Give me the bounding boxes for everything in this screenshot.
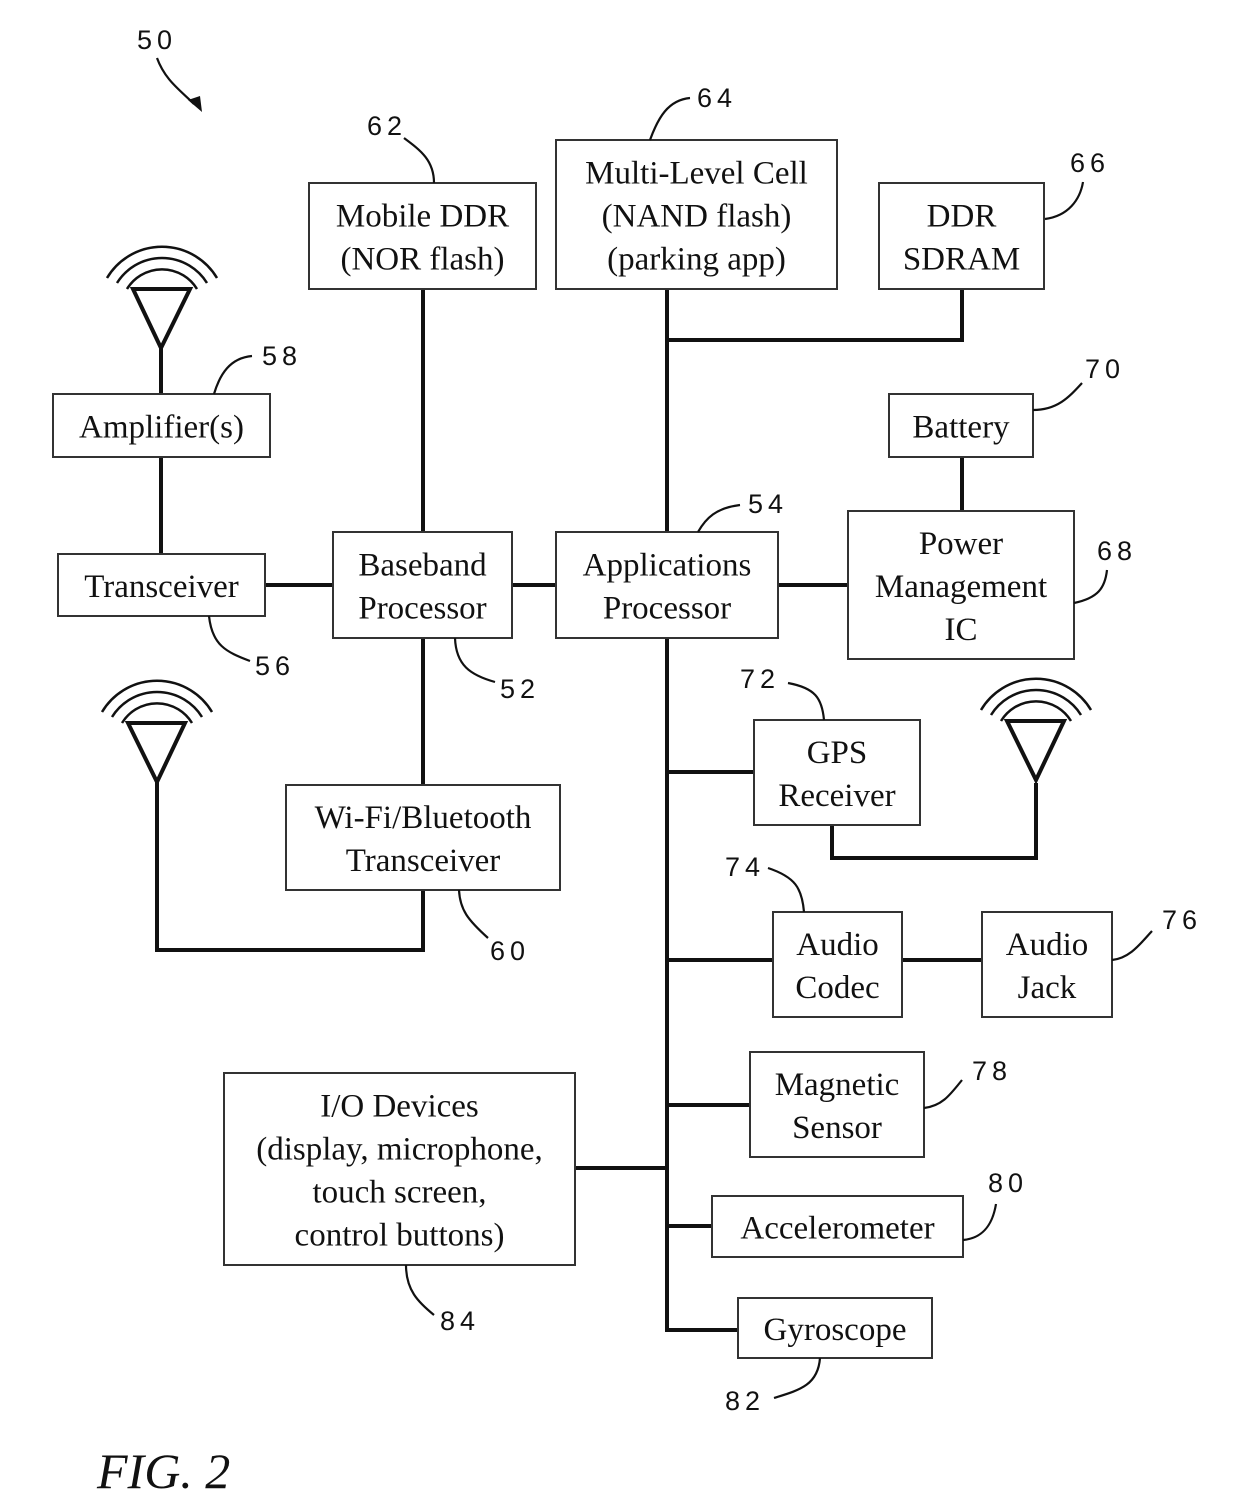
block-magnetic: Magnetic Sensor: [749, 1051, 925, 1158]
block-label-line: SDRAM: [903, 242, 1020, 278]
wifi-antenna-icon: [100, 679, 214, 787]
ref-82: 82: [725, 1386, 765, 1416]
leader-50: [155, 57, 195, 105]
leader-68: [1073, 569, 1109, 605]
block-audio-codec: Audio Codec: [772, 911, 903, 1018]
block-audio-jack: Audio Jack: [981, 911, 1113, 1018]
block-wifi: Wi-Fi/Bluetooth Transceiver: [285, 784, 561, 891]
figure-label: FIG. 2: [96, 1443, 230, 1499]
ref-80: 80: [988, 1168, 1028, 1198]
arrow-head-icon: [188, 96, 202, 112]
block-label-line: (display, microphone,: [256, 1132, 543, 1168]
leader-58: [212, 354, 253, 395]
block-label-line: Battery: [912, 410, 1010, 446]
block-label-line: Codec: [795, 970, 879, 1006]
ref-74: 74: [725, 852, 765, 882]
block-mobile-ddr: Mobile DDR (NOR flash): [308, 182, 537, 290]
block-label-line: Jack: [1018, 970, 1077, 1006]
leader-72: [787, 681, 826, 721]
leader-84: [404, 1264, 435, 1316]
block-label-line: Wi-Fi/Bluetooth: [315, 800, 532, 836]
leader-54: [697, 503, 741, 533]
cellular-antenna-icon: [105, 245, 219, 353]
leader-60: [457, 889, 489, 939]
block-io: I/O Devices (display, microphone, touch sc…: [223, 1072, 576, 1266]
block-label-line: Mobile DDR: [336, 199, 509, 235]
leader-66: [1044, 181, 1085, 221]
block-label-line: Audio: [796, 927, 879, 963]
block-label-line: DDR: [927, 199, 997, 235]
block-apps: Applications Processor: [555, 531, 779, 639]
ref-84: 84: [440, 1306, 480, 1336]
block-label-line: Baseband: [358, 548, 487, 584]
block-accel: Accelerometer: [711, 1195, 964, 1258]
block-battery: Battery: [888, 393, 1034, 458]
block-label-line: (NOR flash): [340, 242, 504, 278]
ref-68: 68: [1097, 536, 1137, 566]
block-label-line: I/O Devices: [320, 1089, 479, 1125]
block-diagram: Mobile DDR (NOR flash) Multi-Level Cell (NA…: [52, 25, 1202, 1499]
block-label-line: Transceiver: [346, 843, 501, 879]
block-pmic: Power Management IC: [847, 510, 1075, 660]
leader-82: [773, 1357, 822, 1400]
ref-60: 60: [490, 936, 530, 966]
block-mlc: Multi-Level Cell (NAND flash) (parking app…: [555, 139, 838, 290]
block-label-line: Amplifier(s): [79, 410, 244, 446]
block-label-line: IC: [945, 612, 978, 648]
ref-58: 58: [262, 341, 302, 371]
ref-72: 72: [740, 664, 780, 694]
block-label-line: control buttons): [295, 1218, 505, 1254]
block-gyro: Gyroscope: [737, 1297, 933, 1359]
block-label-line: Audio: [1006, 927, 1089, 963]
ref-70: 70: [1085, 354, 1125, 384]
block-label-line: Sensor: [792, 1110, 882, 1146]
block-label-line: Gyroscope: [764, 1312, 907, 1348]
block-label-line: (parking app): [607, 242, 786, 278]
block-baseband: Baseband Processor: [332, 531, 513, 639]
block-label-line: Applications: [583, 548, 752, 584]
ref-64: 64: [697, 83, 737, 113]
ref-66: 66: [1070, 148, 1110, 178]
block-label-line: Processor: [603, 591, 731, 627]
block-transceiver: Transceiver: [57, 553, 266, 617]
block-amplifier: Amplifier(s): [52, 393, 271, 458]
block-label-line: touch screen,: [312, 1175, 486, 1211]
leader-76: [1111, 930, 1153, 962]
ref-52: 52: [500, 674, 540, 704]
block-label-line: (NAND flash): [602, 199, 792, 235]
ref-56: 56: [255, 651, 295, 681]
blocks: Mobile DDR (NOR flash) Multi-Level Cell (NA…: [52, 139, 1113, 1359]
leader-62: [403, 137, 436, 184]
block-gps: GPS Receiver: [753, 719, 921, 826]
block-label-line: Accelerometer: [740, 1211, 934, 1247]
wire-sdram-bus: [665, 287, 964, 342]
leader-56: [207, 615, 251, 663]
block-label-line: Multi-Level Cell: [585, 156, 808, 192]
ref-78: 78: [972, 1056, 1012, 1086]
gps-antenna-icon: [979, 677, 1093, 785]
block-label-line: Power: [919, 526, 1003, 562]
leader-80: [962, 1203, 998, 1242]
block-label-line: Magnetic: [775, 1067, 900, 1103]
ref-76: 76: [1162, 905, 1202, 935]
ref-50: 50: [137, 25, 177, 55]
block-label-line: Receiver: [778, 778, 895, 814]
leader-52: [453, 637, 496, 684]
leader-74: [767, 866, 806, 913]
block-label-line: Transceiver: [84, 569, 239, 605]
block-label-line: Management: [875, 569, 1047, 605]
block-ddr-sdram: DDR SDRAM: [878, 182, 1045, 290]
ref-62: 62: [367, 111, 407, 141]
leader-78: [923, 1079, 963, 1110]
ref-54: 54: [748, 489, 788, 519]
leader-70: [1032, 382, 1083, 412]
leader-64: [648, 96, 691, 141]
block-label-line: Processor: [358, 591, 486, 627]
block-label-line: GPS: [807, 735, 868, 771]
